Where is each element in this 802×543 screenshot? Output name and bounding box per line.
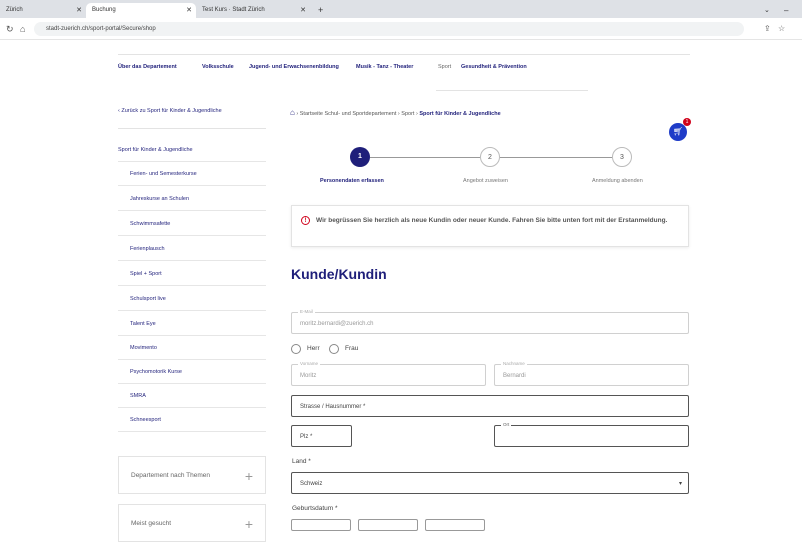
land-value: Schweiz <box>300 481 323 487</box>
firstname-value: Moritz <box>300 373 317 379</box>
close-tab-icon[interactable]: ✕ <box>76 3 82 18</box>
birthdate-label: Geburtsdatum * <box>292 505 338 512</box>
sidebar-item[interactable]: SMRA <box>118 384 266 408</box>
browser-tab-bar: Zürich ✕ Buchung ✕ Test Kurs · Stadt Zür… <box>0 0 802 18</box>
url-field[interactable]: stadt-zuerich.ch/sport-portal/Secure/sho… <box>34 22 744 36</box>
close-tab-icon[interactable]: ✕ <box>186 3 192 18</box>
email-value: moritz.bernardi@zuerich.ch <box>300 321 374 327</box>
browser-tab-active[interactable]: Buchung ✕ <box>86 3 196 18</box>
firstname-label: Vorname <box>298 360 321 368</box>
sidebar-item[interactable]: Schulsport live <box>118 287 266 311</box>
notice-text: Wir begrüssen Sie herzlich als neue Kund… <box>316 217 668 224</box>
street-placeholder: Strasse / Hausnummer * <box>300 404 366 410</box>
accordion-label: Departement nach Themen <box>131 472 211 479</box>
back-link[interactable]: ‹ Zurück zu Sport für Kinder & Jugendlic… <box>118 108 222 114</box>
step-3-circle: 3 <box>612 147 632 167</box>
reload-icon[interactable]: ↻ <box>6 23 14 35</box>
step-2-circle: 2 <box>480 147 500 167</box>
step-3-label: Anmeldung abenden <box>592 178 643 184</box>
tab-label: Zürich <box>6 7 23 13</box>
lastname-label: Nachname <box>501 360 527 368</box>
nav-item[interactable]: Musik - Tanz - Theater <box>356 64 413 70</box>
sidebar-item[interactable]: Ferienplausch <box>118 237 266 261</box>
close-tab-icon[interactable]: ✕ <box>300 3 306 18</box>
salutation-frau-label: Frau <box>345 345 359 352</box>
street-field[interactable]: Strasse / Hausnummer * <box>291 395 689 417</box>
home-icon[interactable]: ⌂ <box>20 23 25 35</box>
breadcrumb-item[interactable]: Sport <box>401 111 414 117</box>
birth-year-field[interactable] <box>425 519 485 531</box>
tab-label: Buchung <box>92 7 116 13</box>
sidebar-item[interactable]: Schwimmsafette <box>118 212 266 236</box>
divider <box>436 90 588 91</box>
salutation-herr-label: Herr <box>307 345 320 352</box>
birth-month-field[interactable] <box>358 519 418 531</box>
nav-item[interactable]: Volksschule <box>202 64 234 70</box>
land-label: Land * <box>292 458 311 465</box>
breadcrumb-current: Sport für Kinder & Jugendliche <box>419 111 501 117</box>
sidebar-item[interactable]: Spiel + Sport <box>118 262 266 286</box>
email-label: E-Mail <box>298 308 315 316</box>
lastname-field[interactable]: Nachname Bernardi <box>494 360 689 386</box>
nav-item[interactable]: Über das Departement <box>118 64 177 70</box>
land-select[interactable]: Schweiz ▾ <box>291 472 689 494</box>
birth-day-field[interactable] <box>291 519 351 531</box>
new-tab-button[interactable]: + <box>318 3 330 18</box>
step-1-circle: 1 <box>350 147 370 167</box>
ort-field[interactable]: Ort <box>494 421 689 447</box>
sidebar-item[interactable]: Psychomotorik Kurse <box>118 360 266 384</box>
info-notice: ! Wir begrüssen Sie herzlich als neue Ku… <box>291 205 689 247</box>
cart-icon: 🛒︎ <box>672 127 684 136</box>
browser-tab[interactable]: Test Kurs · Stadt Zürich ✕ <box>198 3 310 18</box>
email-field[interactable]: E-Mail moritz.bernardi@zuerich.ch <box>291 308 689 334</box>
sidebar-item[interactable]: Schneesport <box>118 408 266 432</box>
salutation-herr-radio[interactable] <box>291 344 301 354</box>
tab-search-icon[interactable]: ⌄ <box>764 3 774 18</box>
sidebar-item[interactable]: Movimento <box>118 336 266 360</box>
nav-item[interactable]: Gesundheit & Prävention <box>461 64 527 70</box>
breadcrumb-item[interactable]: Startseite Schul- und Sportdepartement <box>300 111 397 117</box>
plus-icon: + <box>244 516 253 532</box>
tab-label: Test Kurs · Stadt Zürich <box>202 7 265 13</box>
divider <box>118 128 266 129</box>
plz-placeholder: Plz * <box>300 434 313 440</box>
page-title: Kunde/Kundin <box>291 266 387 282</box>
accordion-departement[interactable]: Departement nach Themen + <box>118 456 266 494</box>
firstname-field[interactable]: Vorname Moritz <box>291 360 486 386</box>
stepper-line <box>370 157 480 158</box>
chevron-down-icon: ▾ <box>678 481 682 487</box>
address-bar-row: ↻ ⌂ stadt-zuerich.ch/sport-portal/Secure… <box>0 18 802 40</box>
lastname-value: Bernardi <box>503 373 526 379</box>
share-icon[interactable]: ⇪ <box>764 23 771 35</box>
url-text: stadt-zuerich.ch/sport-portal/Secure/sho… <box>46 26 156 32</box>
cart-count-badge: 1 <box>683 118 691 126</box>
minimize-icon[interactable]: – <box>784 3 794 18</box>
step-1-label: Personendaten erfassen <box>320 178 384 184</box>
browser-tab[interactable]: Zürich ✕ <box>6 3 86 18</box>
plus-icon: + <box>244 468 253 484</box>
breadcrumb: ⌂ › Startseite Schul- und Sportdeparteme… <box>290 108 501 117</box>
ort-label: Ort <box>501 421 512 429</box>
sidebar-item[interactable]: Jahreskurse an Schulen <box>118 187 266 211</box>
accordion-label: Meist gesucht <box>131 520 172 527</box>
divider <box>118 54 690 55</box>
salutation-frau-radio[interactable] <box>329 344 339 354</box>
sidebar-section-title[interactable]: Sport für Kinder & Jugendliche <box>118 138 266 162</box>
accordion-meist-gesucht[interactable]: Meist gesucht + <box>118 504 266 542</box>
sidebar-item[interactable]: Talent Eye <box>118 312 266 336</box>
nav-item[interactable]: Jugend- und Erwachsenenbildung <box>249 64 339 70</box>
nav-item-active[interactable]: Sport <box>438 64 451 70</box>
cart-button[interactable]: 🛒︎ <box>669 123 687 141</box>
stepper-line <box>500 157 612 158</box>
step-2-label: Angebot zuweisen <box>463 178 508 184</box>
plz-field[interactable]: Plz * <box>291 425 352 447</box>
home-icon[interactable]: ⌂ <box>290 108 295 117</box>
alert-icon: ! <box>301 216 310 225</box>
sidebar-item[interactable]: Ferien- und Semesterkurse <box>118 162 266 186</box>
bookmark-star-icon[interactable]: ☆ <box>778 23 785 35</box>
